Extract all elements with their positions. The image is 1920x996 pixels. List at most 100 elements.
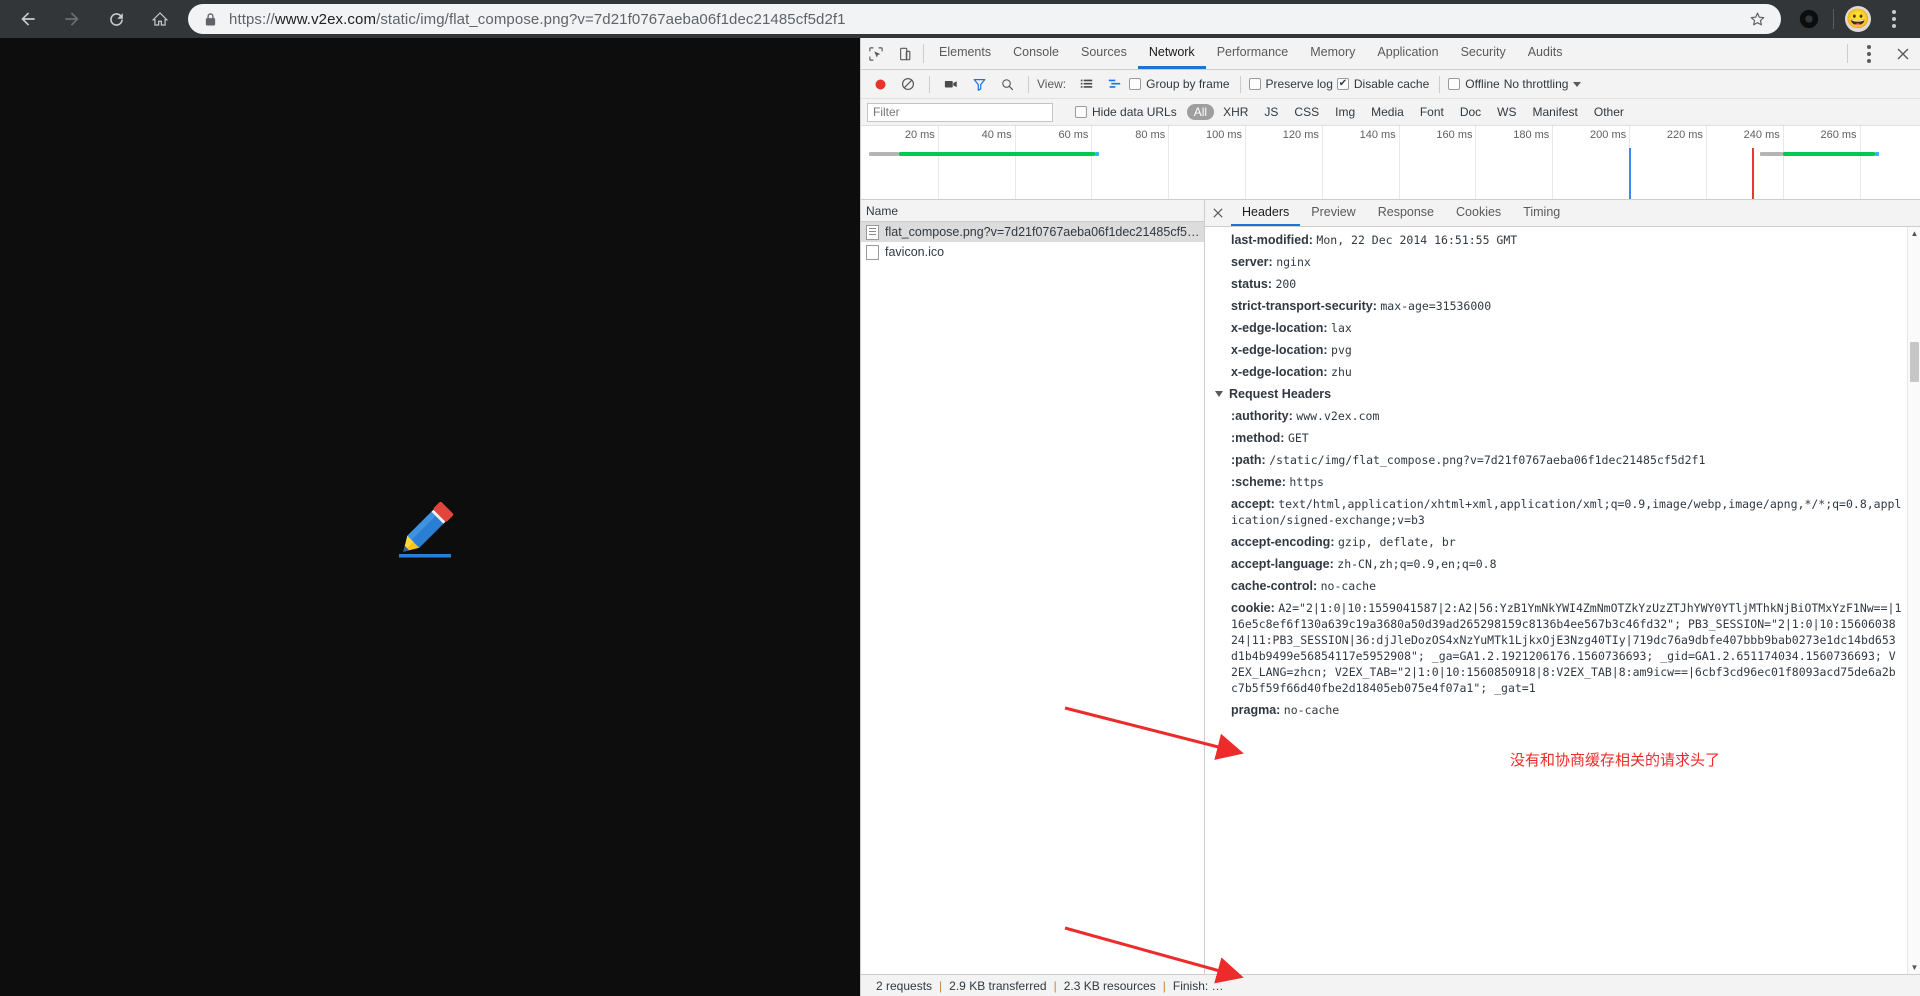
scroll-up-arrow-icon[interactable]: ▲ bbox=[1908, 227, 1920, 240]
record-button[interactable] bbox=[867, 71, 893, 97]
detail-tabbar: Headers Preview Response Cookies Timing bbox=[1205, 200, 1920, 227]
tab-security[interactable]: Security bbox=[1450, 38, 1517, 69]
divider bbox=[923, 44, 924, 63]
devtools-more-button[interactable] bbox=[1852, 38, 1886, 69]
clear-button[interactable] bbox=[895, 71, 921, 97]
extension-circle-icon[interactable] bbox=[1791, 0, 1827, 38]
hide-data-urls-checkbox[interactable]: Hide data URLs bbox=[1075, 105, 1177, 119]
filter-type-font[interactable]: Font bbox=[1413, 104, 1451, 120]
request-list-header[interactable]: Name bbox=[861, 200, 1204, 222]
header-value: GET bbox=[1287, 431, 1309, 445]
filter-type-all[interactable]: All bbox=[1186, 104, 1215, 120]
address-bar[interactable]: https://www.v2ex.com/static/img/flat_com… bbox=[188, 4, 1781, 34]
list-view-button[interactable] bbox=[1073, 71, 1099, 97]
throttling-select[interactable]: No throttling bbox=[1504, 77, 1582, 91]
filter-type-manifest[interactable]: Manifest bbox=[1526, 104, 1585, 120]
header-value: https bbox=[1289, 475, 1324, 489]
table-row[interactable]: flat_compose.png?v=7d21f0767aeba06f1dec2… bbox=[861, 222, 1204, 242]
filter-type-media[interactable]: Media bbox=[1364, 104, 1411, 120]
request-details: Headers Preview Response Cookies Timing … bbox=[1205, 200, 1920, 974]
timeline-bar-download bbox=[899, 152, 1096, 156]
timeline-ticks: 20 ms 40 ms 60 ms 80 ms 100 ms 120 ms 140 ms 16… bbox=[861, 126, 1920, 199]
timeline-tick-label: 80 ms bbox=[1135, 129, 1166, 141]
timeline-tick: 240 ms bbox=[1744, 126, 1784, 199]
header-value: 200 bbox=[1275, 277, 1297, 291]
table-row[interactable]: favicon.ico bbox=[861, 242, 1204, 262]
avatar[interactable]: 😀 bbox=[1840, 0, 1876, 38]
waterfall-view-button[interactable] bbox=[1101, 71, 1127, 97]
header-value: zhu bbox=[1331, 365, 1352, 379]
network-status-bar: 2 requests | 2.9 KB transferred | 2.3 KB… bbox=[861, 974, 1920, 996]
url-scheme: https:// bbox=[229, 10, 275, 28]
timeline-tick-label: 40 ms bbox=[981, 129, 1012, 141]
request-header-row: accept: text/html,application/xhtml+xml,… bbox=[1205, 493, 1902, 531]
tab-network[interactable]: Network bbox=[1137, 38, 1206, 69]
tab-application[interactable]: Application bbox=[1366, 38, 1449, 69]
timeline-tick-label: 200 ms bbox=[1590, 129, 1627, 141]
tab-preview[interactable]: Preview bbox=[1300, 200, 1366, 226]
devtools-panel: Elements Console Sources Network Perform… bbox=[860, 38, 1920, 996]
tab-headers[interactable]: Headers bbox=[1231, 200, 1301, 226]
tab-console[interactable]: Console bbox=[1002, 38, 1070, 69]
timeline-tick: 180 ms bbox=[1513, 126, 1554, 199]
timeline-tick: 160 ms bbox=[1436, 126, 1477, 199]
filter-type-ws[interactable]: WS bbox=[1490, 104, 1523, 120]
filter-type-xhr[interactable]: XHR bbox=[1216, 104, 1255, 120]
divider bbox=[1847, 44, 1848, 63]
timeline-bar-tip bbox=[1874, 152, 1879, 156]
search-button[interactable] bbox=[994, 71, 1020, 97]
bookmark-star-icon[interactable] bbox=[1748, 10, 1767, 29]
timeline-tick-label: 180 ms bbox=[1513, 129, 1550, 141]
header-key: x-edge-location: bbox=[1231, 321, 1332, 335]
divider bbox=[1239, 75, 1241, 93]
tab-response[interactable]: Response bbox=[1367, 200, 1445, 226]
back-button[interactable] bbox=[6, 0, 50, 38]
filter-type-other[interactable]: Other bbox=[1587, 104, 1631, 120]
inspect-element-icon[interactable] bbox=[861, 38, 890, 69]
filter-type-js[interactable]: JS bbox=[1257, 104, 1285, 120]
tab-sources[interactable]: Sources bbox=[1070, 38, 1138, 69]
tab-memory[interactable]: Memory bbox=[1299, 38, 1366, 69]
timeline-tick-label: 100 ms bbox=[1205, 129, 1243, 141]
forward-arrow-icon bbox=[65, 12, 79, 26]
section-label: Request Headers bbox=[1229, 387, 1332, 401]
group-by-frame-checkbox[interactable]: Group by frame bbox=[1129, 77, 1230, 91]
reload-icon bbox=[109, 12, 123, 26]
divider bbox=[929, 75, 930, 93]
toggle-device-toolbar-icon[interactable] bbox=[890, 38, 919, 69]
tab-audits[interactable]: Audits bbox=[1517, 38, 1574, 69]
tab-performance[interactable]: Performance bbox=[1206, 38, 1300, 69]
tab-timing[interactable]: Timing bbox=[1512, 200, 1571, 226]
annotation-note-1: 没有和协商缓存相关的请求头了 bbox=[1510, 751, 1721, 769]
offline-checkbox[interactable]: Offline bbox=[1448, 77, 1500, 91]
header-value: Mon, 22 Dec 2014 16:51:55 GMT bbox=[1316, 233, 1518, 247]
tab-cookies[interactable]: Cookies bbox=[1445, 200, 1512, 226]
network-overview-timeline[interactable]: 20 ms 40 ms 60 ms 80 ms 100 ms 120 ms 140 ms 16… bbox=[861, 126, 1920, 200]
filter-type-img[interactable]: Img bbox=[1328, 104, 1362, 120]
filter-button[interactable] bbox=[966, 71, 992, 97]
request-headers-section-title[interactable]: Request Headers bbox=[1205, 383, 1902, 405]
screenshot-button[interactable] bbox=[938, 71, 964, 97]
browser-menu-button[interactable] bbox=[1876, 0, 1912, 38]
devtools-close-button[interactable] bbox=[1886, 38, 1920, 69]
header-key: accept-language: bbox=[1231, 557, 1338, 571]
disable-cache-checkbox[interactable]: Disable cache bbox=[1336, 77, 1430, 91]
filter-type-doc[interactable]: Doc bbox=[1453, 104, 1488, 120]
forward-button[interactable] bbox=[50, 0, 94, 38]
home-button[interactable] bbox=[138, 0, 182, 38]
filter-type-css[interactable]: CSS bbox=[1287, 104, 1326, 120]
scroll-down-arrow-icon[interactable]: ▼ bbox=[1908, 961, 1920, 974]
status-transferred: 2.9 KB transferred bbox=[949, 978, 1047, 993]
header-value: /static/img/flat_compose.png?v=7d21f0767… bbox=[1269, 453, 1706, 467]
reload-button[interactable] bbox=[94, 0, 138, 38]
response-header-row: x-edge-location: pvg bbox=[1205, 339, 1902, 361]
status-requests: 2 requests bbox=[876, 978, 933, 993]
disable-cache-label: Disable cache bbox=[1353, 77, 1430, 91]
preserve-log-checkbox[interactable]: Preserve log bbox=[1248, 77, 1333, 91]
vertical-scrollbar[interactable]: ▲ ▼ bbox=[1907, 227, 1920, 974]
tab-elements[interactable]: Elements bbox=[928, 38, 1002, 69]
filter-input[interactable] bbox=[867, 102, 1053, 122]
scrollbar-thumb[interactable] bbox=[1910, 342, 1919, 382]
lock-icon bbox=[204, 12, 217, 27]
detail-close-button[interactable] bbox=[1205, 200, 1231, 226]
